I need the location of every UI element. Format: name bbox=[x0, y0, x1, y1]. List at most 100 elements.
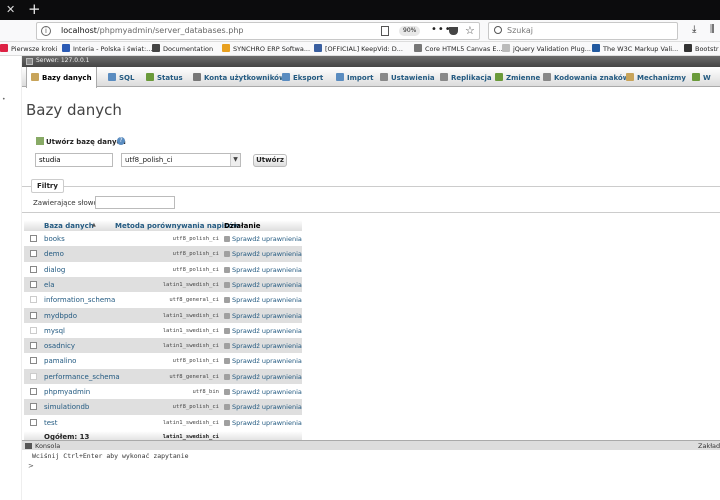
bookmark-item[interactable]: Core HTML5 Canvas E... bbox=[414, 44, 503, 53]
check-privileges-link[interactable]: Sprawdź uprawnienia bbox=[224, 250, 302, 258]
server-label[interactable]: Serwer: 127.0.0.1 bbox=[36, 57, 89, 64]
zoom-level[interactable]: 90% bbox=[399, 26, 421, 36]
tab-icon bbox=[336, 73, 344, 81]
navigation-panel-collapsed[interactable]: • bbox=[0, 56, 22, 500]
total-collation: latin1_swedish_ci bbox=[162, 433, 219, 440]
database-name-link[interactable]: pamalino bbox=[44, 357, 76, 365]
check-privileges-link[interactable]: Sprawdź uprawnienia bbox=[224, 373, 302, 381]
help-icon[interactable]: ? bbox=[117, 137, 125, 145]
tab-item[interactable]: Ustawienia bbox=[376, 67, 439, 87]
row-checkbox[interactable] bbox=[30, 418, 37, 426]
database-name-link[interactable]: performance_schema bbox=[44, 373, 120, 381]
tab-item[interactable]: Zmienne bbox=[491, 67, 544, 87]
close-tab-icon[interactable]: ✕ bbox=[6, 3, 15, 16]
tab-item[interactable]: Konta użytkowników bbox=[189, 67, 289, 87]
check-privileges-link[interactable]: Sprawdź uprawnienia bbox=[224, 342, 302, 350]
row-checkbox[interactable] bbox=[30, 403, 37, 411]
bookmark-item[interactable]: The W3C Markup Vali... bbox=[592, 44, 678, 53]
tab-label: Ustawienia bbox=[391, 74, 435, 82]
database-name-input[interactable] bbox=[35, 153, 113, 167]
row-checkbox[interactable] bbox=[30, 388, 37, 395]
url-bar[interactable]: i localhost/phpmyadmin/server_databases.… bbox=[36, 22, 480, 40]
check-privileges-link[interactable]: Sprawdź uprawnienia bbox=[224, 312, 302, 320]
check-privileges-link[interactable]: Sprawdź uprawnienia bbox=[224, 388, 302, 396]
row-checkbox[interactable] bbox=[30, 311, 37, 319]
check-privileges-link[interactable]: Sprawdź uprawnienia bbox=[224, 419, 302, 427]
table-row: demo utf8_polish_ci Sprawdź uprawnienia bbox=[24, 246, 302, 262]
bookmark-label: Interia - Polska i świat:... bbox=[73, 45, 153, 53]
check-privileges-link[interactable]: Sprawdź uprawnienia bbox=[224, 357, 302, 365]
check-privileges-link[interactable]: Sprawdź uprawnienia bbox=[224, 281, 302, 289]
check-privileges-link[interactable]: Sprawdź uprawnienia bbox=[224, 296, 302, 304]
database-name-link[interactable]: phpmyadmin bbox=[44, 388, 90, 396]
database-name-link[interactable]: mysql bbox=[44, 327, 65, 335]
tab-item[interactable]: Import bbox=[332, 67, 378, 87]
table-row: osadnicy latin1_swedish_ci Sprawdź uprawni… bbox=[24, 338, 302, 354]
database-name-link[interactable]: osadnicy bbox=[44, 342, 75, 350]
row-checkbox[interactable] bbox=[30, 280, 37, 288]
tab-databases[interactable]: Bazy danych bbox=[26, 67, 97, 88]
bookmark-item[interactable]: jQuery Validation Plug... bbox=[502, 44, 591, 53]
collation-select[interactable]: utf8_polish_ci ▼ bbox=[121, 153, 241, 167]
check-privileges-link[interactable]: Sprawdź uprawnienia bbox=[224, 403, 302, 411]
console-prompt[interactable]: > bbox=[28, 462, 34, 470]
site-info-icon[interactable]: i bbox=[41, 26, 51, 36]
console-label[interactable]: Konsola bbox=[35, 442, 60, 450]
tab-item[interactable]: Replikacja bbox=[436, 67, 496, 87]
create-database-button[interactable]: Utwórz bbox=[253, 154, 287, 167]
database-name-link[interactable]: demo bbox=[44, 250, 64, 258]
privileges-icon bbox=[224, 297, 230, 304]
check-privileges-link[interactable]: Sprawdź uprawnienia bbox=[224, 235, 302, 243]
check-privileges-link[interactable]: Sprawdź uprawnienia bbox=[224, 266, 302, 274]
console-bookmarks-label[interactable]: Zakładk bbox=[698, 442, 720, 450]
check-privileges-label: Sprawdź uprawnienia bbox=[232, 357, 302, 366]
row-checkbox[interactable] bbox=[30, 265, 37, 273]
check-privileges-link[interactable]: Sprawdź uprawnienia bbox=[224, 327, 302, 335]
database-name-link[interactable]: mydbpdo bbox=[44, 312, 77, 320]
bookmark-item[interactable]: Pierwsze kroki bbox=[0, 44, 57, 53]
database-name-link[interactable]: simulationdb bbox=[44, 403, 89, 411]
row-checkbox[interactable] bbox=[30, 250, 37, 258]
console-bar[interactable]: Konsola Zakładk bbox=[22, 440, 720, 450]
tab-icon bbox=[495, 73, 503, 81]
tab-item[interactable]: SQL bbox=[104, 67, 138, 87]
database-name-link[interactable]: books bbox=[44, 235, 65, 243]
database-name-link[interactable]: ela bbox=[44, 281, 55, 289]
row-checkbox[interactable] bbox=[30, 235, 37, 242]
tab-item[interactable]: Status bbox=[142, 67, 187, 87]
filter-input[interactable] bbox=[95, 196, 175, 209]
bookmark-label: Core HTML5 Canvas E... bbox=[425, 45, 503, 53]
reader-view-icon[interactable] bbox=[381, 26, 389, 36]
tab-item[interactable]: Mechanizmy bbox=[622, 67, 690, 87]
console-body[interactable]: Wciśnij Ctrl+Enter aby wykonać zapytanie… bbox=[22, 450, 720, 500]
tab-label: Status bbox=[157, 74, 183, 82]
row-checkbox[interactable] bbox=[30, 357, 37, 365]
bookmark-star-icon[interactable]: ☆ bbox=[465, 24, 475, 37]
create-database-label: Utwórz bazę danych bbox=[46, 138, 126, 146]
row-checkbox[interactable] bbox=[30, 342, 37, 350]
table-row: mydbpdo latin1_swedish_ci Sprawdź uprawnie… bbox=[24, 307, 302, 323]
database-name-link[interactable]: test bbox=[44, 419, 57, 427]
bookmark-item[interactable]: Documentation bbox=[152, 44, 213, 53]
tab-icon bbox=[108, 73, 116, 81]
new-tab-button[interactable]: + bbox=[28, 0, 41, 18]
search-bar[interactable]: Szukaj bbox=[488, 22, 678, 40]
library-icon[interactable]: ⫼ bbox=[710, 24, 715, 35]
bookmark-item[interactable]: SYNCHRO ERP Softwa... bbox=[222, 44, 310, 53]
tab-item[interactable]: Kodowania znaków bbox=[539, 67, 633, 87]
header-collation[interactable]: Metoda porównywania napisów bbox=[115, 222, 239, 230]
sort-ascending-icon[interactable]: ▲ bbox=[92, 222, 96, 228]
database-name-link[interactable]: information_schema bbox=[44, 296, 115, 304]
header-database-name[interactable]: Baza danych bbox=[44, 222, 94, 230]
download-icon[interactable]: ⤓ bbox=[692, 24, 696, 35]
bookmark-item[interactable]: Bootstr bbox=[684, 44, 719, 53]
pocket-icon[interactable] bbox=[449, 27, 458, 35]
bookmark-item[interactable]: Interia - Polska i świat:... bbox=[62, 44, 152, 53]
tab-item[interactable]: Eksport bbox=[278, 67, 327, 87]
bookmark-item[interactable]: [OFFICIAL] KeepVid: D... bbox=[314, 44, 403, 53]
tab-item[interactable]: W bbox=[688, 67, 715, 87]
create-database-heading[interactable]: Utwórz bazę danych bbox=[36, 137, 126, 146]
url-text[interactable]: localhost/phpmyadmin/server_databases.ph… bbox=[61, 26, 243, 35]
bookmark-favicon-icon bbox=[502, 44, 510, 52]
database-name-link[interactable]: dialog bbox=[44, 266, 65, 274]
